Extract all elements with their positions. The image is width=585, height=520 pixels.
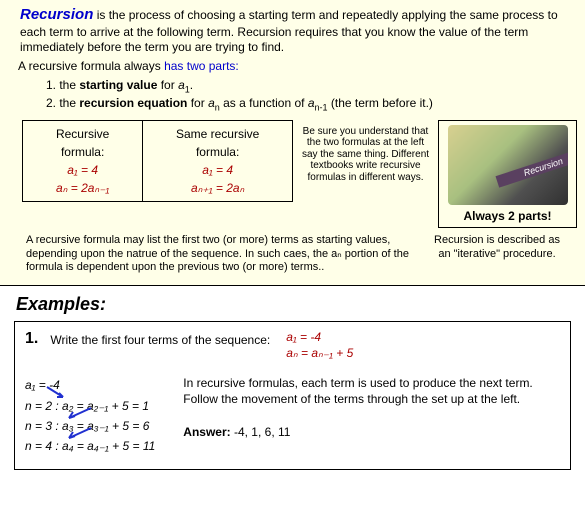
two-parts-list: A recursive formula always has two parts… <box>8 59 577 114</box>
eq2: aₙ = aₙ₋₁ + 5 <box>286 346 353 360</box>
p1-var: a <box>178 78 185 92</box>
p2-var: a <box>208 96 215 110</box>
p2-c: for <box>187 96 208 110</box>
p1-a: 1. the <box>46 78 79 92</box>
c2a: a₁ = 4 <box>202 163 233 177</box>
recursion-illustration: Recursion <box>448 125 568 205</box>
p1-b: starting value <box>79 78 157 92</box>
p2-e: (the term before it.) <box>328 96 433 110</box>
keyword-recursion: Recursion <box>20 6 93 23</box>
example-question: Write the first four terms of the sequen… <box>50 330 270 347</box>
formula-note: Be sure you understand that the two form… <box>301 120 430 184</box>
worked-steps: a₁ = -4 n = 2 : a₂ = a₂₋₁ + 5 = 1 n = 3 … <box>25 375 155 457</box>
answer-label: Answer: <box>183 425 230 439</box>
parts-lead: A recursive formula always <box>18 59 164 73</box>
p1-sub: 1 <box>185 84 190 94</box>
c1b: aₙ = 2aₙ₋₁ <box>56 181 109 195</box>
intro-text: is the process of choosing a starting te… <box>20 8 558 54</box>
p2-a: 2. the <box>46 96 79 110</box>
w2: n = 2 : a₂ = a₂₋₁ + 5 = 1 <box>25 399 149 413</box>
p2-d: as a function of <box>220 96 308 110</box>
w3: n = 3 : a₃ = a₃₋₁ + 5 = 6 <box>25 419 149 433</box>
th2: Same recursive formula: <box>176 127 259 159</box>
w1: a₁ = -4 <box>25 378 60 392</box>
answer-value: -4, 1, 6, 11 <box>231 425 291 439</box>
eq1: a₁ = -4 <box>286 330 321 344</box>
p1-c: for <box>157 78 178 92</box>
recursion-image-box: Recursion Always 2 parts! <box>438 120 577 228</box>
th1: Recursive formula: <box>56 127 109 159</box>
post-notes: A recursive formula may list the first t… <box>8 228 577 275</box>
post-right: Recursion is described as an "iterative"… <box>427 234 567 275</box>
w4: n = 4 : a₄ = a₄₋₁ + 5 = 11 <box>25 439 155 453</box>
example-explanation: In recursive formulas, each term is used… <box>183 375 560 457</box>
p2-var2: a <box>308 96 315 110</box>
parts-link: has two parts: <box>164 59 239 73</box>
explain-text: In recursive formulas, each term is used… <box>183 376 533 406</box>
c2b: aₙ₊₁ = 2aₙ <box>191 181 244 195</box>
formula-table: Recursive formula: a₁ = 4 aₙ = 2aₙ₋₁ Sam… <box>22 120 293 202</box>
c1a: a₁ = 4 <box>67 163 98 177</box>
p2-b: recursion equation <box>79 96 187 110</box>
example-1-box: 1. Write the first four terms of the seq… <box>14 321 571 470</box>
intro-paragraph: Recursion is the process of choosing a s… <box>8 6 577 59</box>
image-caption: Always 2 parts! <box>463 209 551 223</box>
sequence-definition: a₁ = -4 aₙ = aₙ₋₁ + 5 <box>286 330 353 361</box>
recursion-banner: Recursion <box>495 146 567 187</box>
example-number: 1. <box>25 330 38 348</box>
examples-header: Examples: <box>16 294 571 315</box>
p2-sub2: n-1 <box>315 103 328 113</box>
post-left: A recursive formula may list the first t… <box>26 234 415 275</box>
definition-block: Recursion is the process of choosing a s… <box>0 0 585 286</box>
